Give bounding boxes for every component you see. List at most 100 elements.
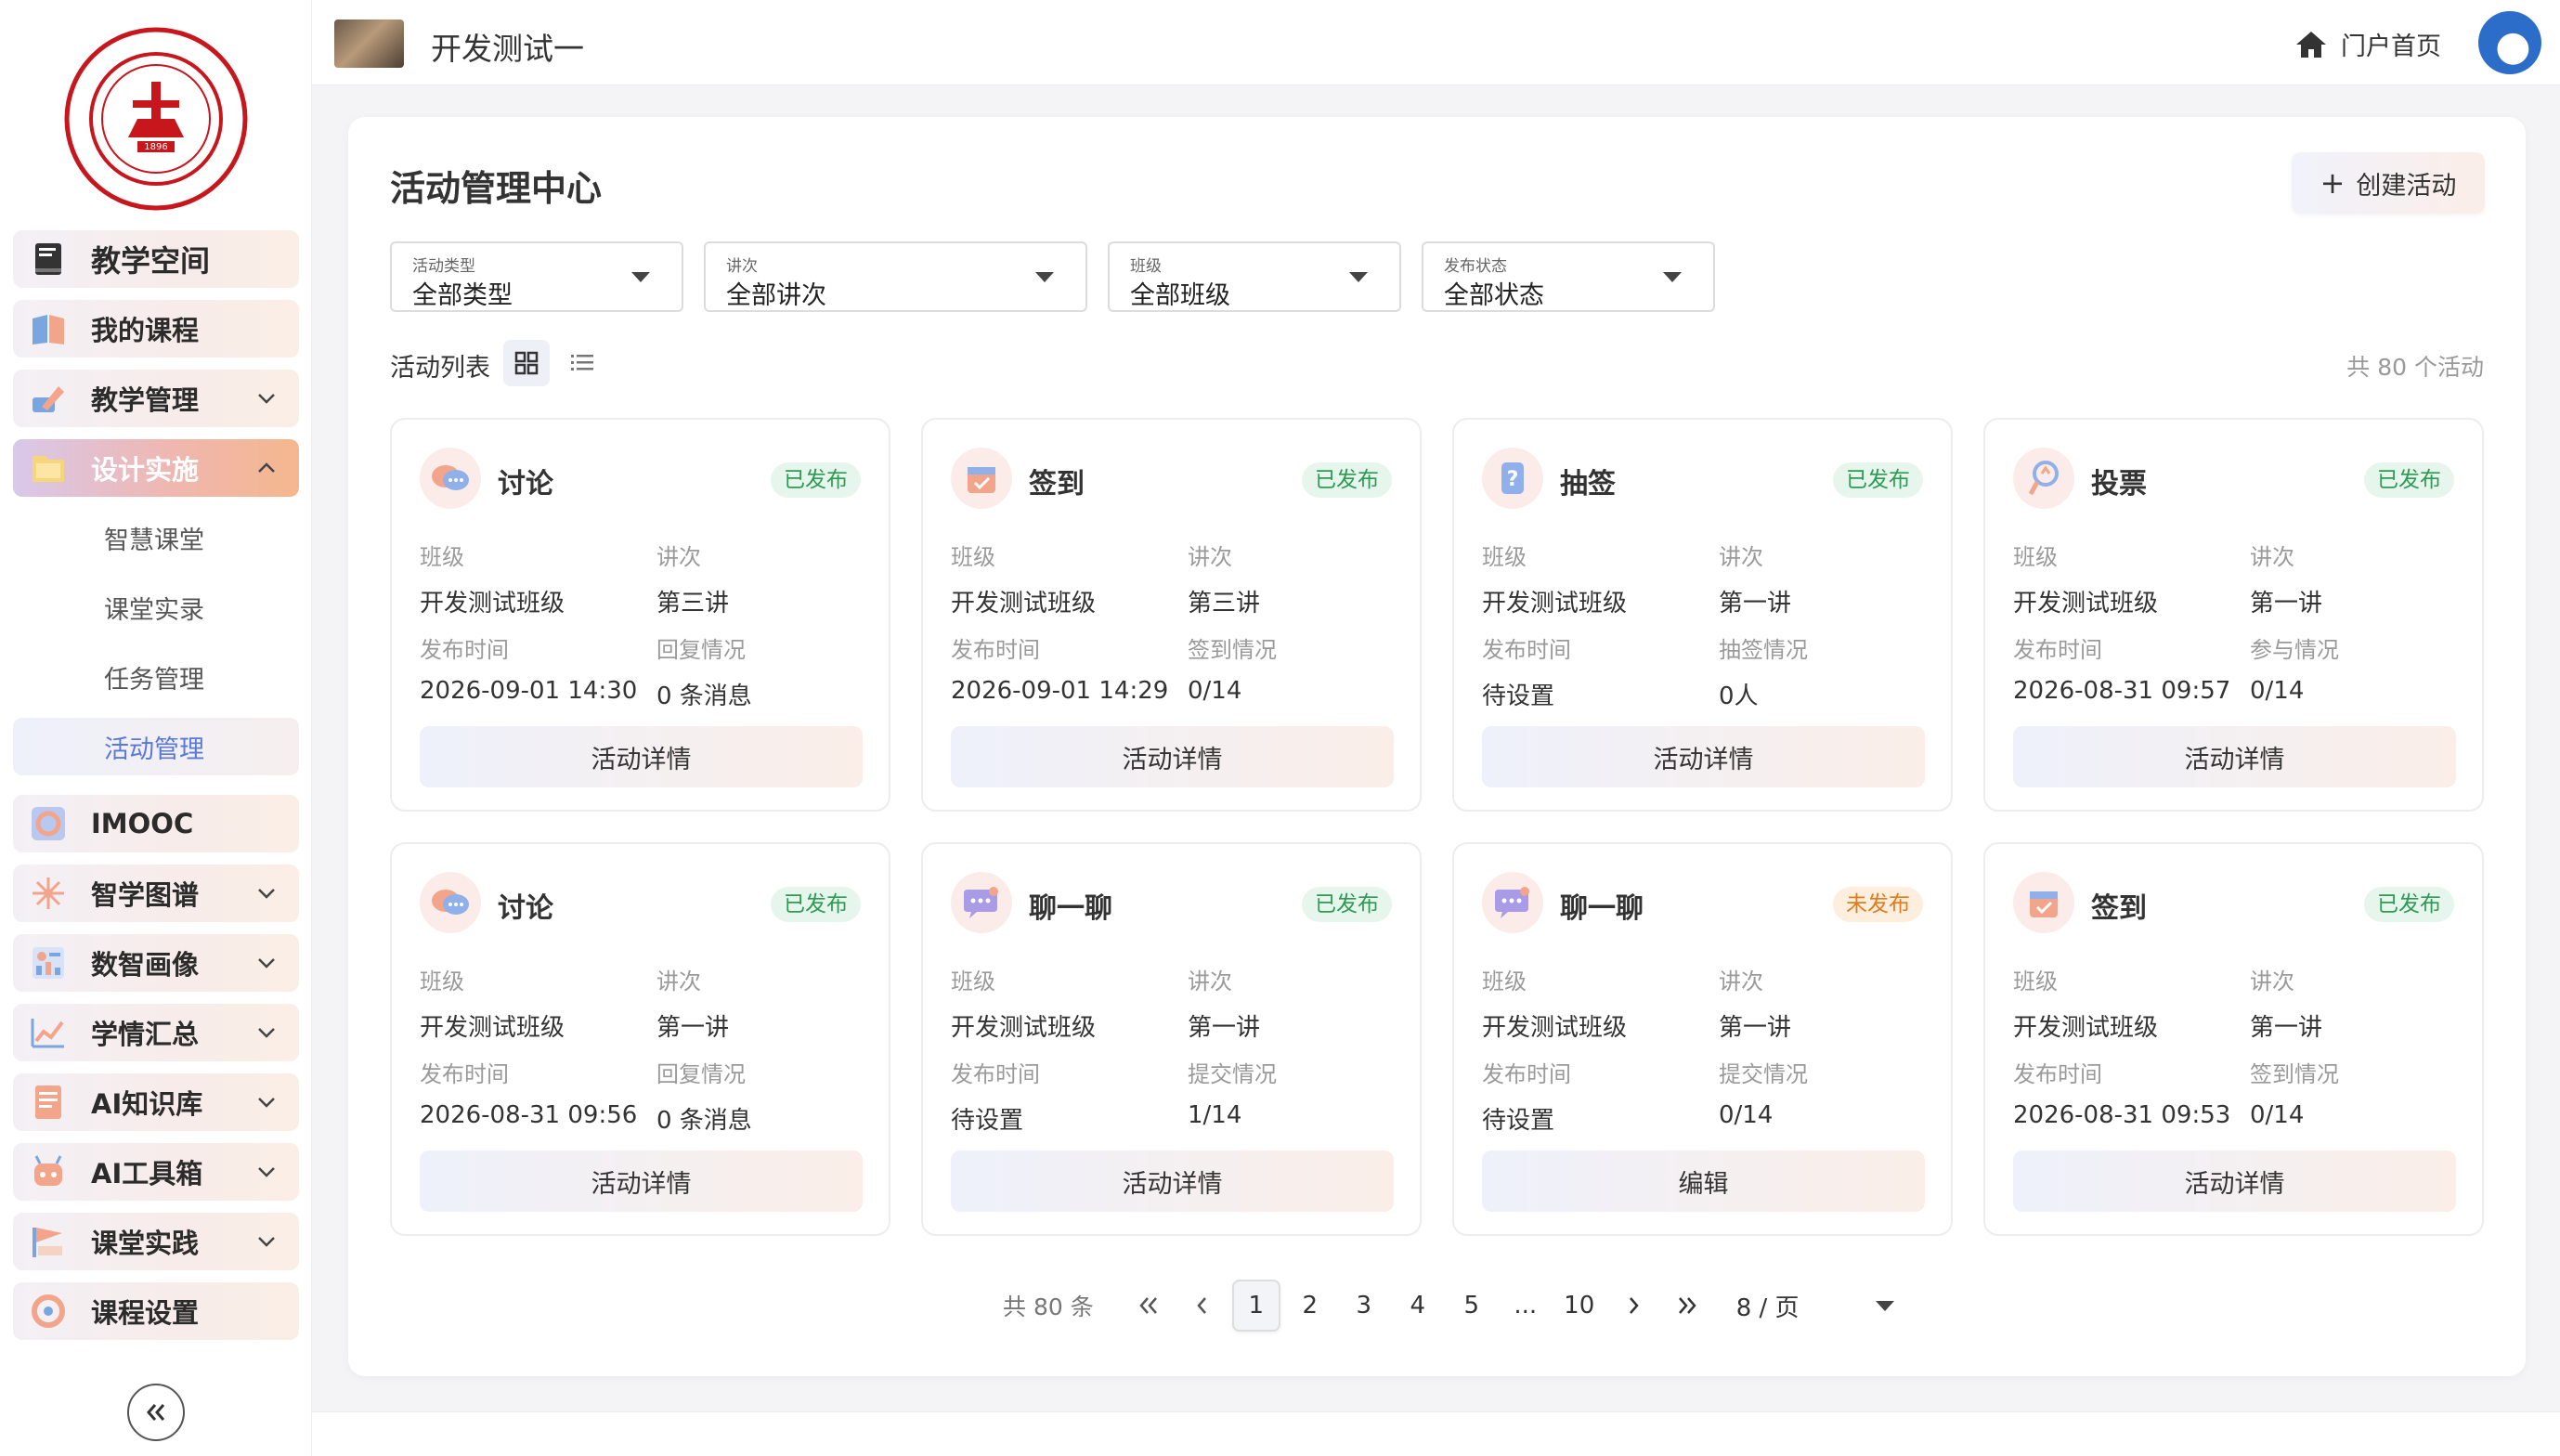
- class-field: 班级 开发测试班级: [1482, 539, 1627, 618]
- nav-design-implementation[interactable]: 设计实施: [13, 439, 299, 497]
- field-value: 2026-09-01 14:29: [951, 677, 1169, 705]
- portal-home-link[interactable]: 门户首页: [2294, 26, 2441, 62]
- portal-home-label: 门户首页: [2341, 32, 2441, 61]
- field-value: 0/14: [1188, 677, 1242, 705]
- activity-total-count: 共 80 个活动: [2346, 354, 2484, 381]
- field-value: 2026-08-31 09:56: [420, 1101, 638, 1129]
- filter-label: 活动类型: [412, 257, 475, 276]
- svg-text:?: ?: [1507, 468, 1519, 491]
- nav-digital-portrait[interactable]: 数智画像: [13, 934, 299, 992]
- activity-detail-button[interactable]: 活动详情: [951, 726, 1394, 787]
- page-title: 活动管理中心: [390, 168, 603, 209]
- chevron-down-icon: [258, 958, 275, 968]
- nav-ai-toolbox[interactable]: AI工具箱: [13, 1143, 299, 1201]
- field-label: 讲次: [2250, 544, 2294, 570]
- page-number[interactable]: 5: [1448, 1280, 1496, 1332]
- svg-text:1896: 1896: [144, 142, 167, 152]
- field-label: 回复情况: [656, 637, 746, 663]
- nav-learning-summary[interactable]: 学情汇总: [13, 1004, 299, 1061]
- lecture-field: 讲次 第一讲: [1188, 963, 1260, 1043]
- page-size-select[interactable]: 8 / 页: [1736, 1289, 1894, 1323]
- filter-class[interactable]: 班级 全部班级: [1108, 241, 1401, 312]
- field-label: 讲次: [1188, 544, 1232, 570]
- grid-view-button[interactable]: [503, 340, 550, 386]
- activity-card-grid: 讨论 已发布 班级 开发测试班级 讲次 第三讲 发布时间 2026-09-01 14:…: [390, 418, 2484, 1236]
- nav-my-courses[interactable]: 我的课程: [13, 300, 299, 358]
- field-label: 班级: [2013, 544, 2058, 570]
- list-view-button[interactable]: [559, 340, 605, 386]
- create-activity-label: 创建活动: [2356, 171, 2457, 201]
- page-number[interactable]: 2: [1286, 1280, 1334, 1332]
- chat-bubble-icon: [1482, 872, 1543, 933]
- edit-activity-button[interactable]: 编辑: [1482, 1150, 1925, 1212]
- last-page-button[interactable]: [1663, 1280, 1711, 1332]
- question-card-icon: ?: [1482, 448, 1543, 509]
- pagination: 共 80 条 1 2 3 4 5 ... 10 8 / 页: [1003, 1278, 1894, 1333]
- nav-imooc[interactable]: IMOOC: [13, 795, 299, 852]
- nav-label: 我的课程: [91, 315, 200, 346]
- discussion-icon: [420, 872, 481, 933]
- home-icon: [2296, 31, 2326, 58]
- create-activity-button[interactable]: + 创建活动: [2292, 152, 2485, 214]
- publish-time-field: 发布时间 2026-08-31 09:57: [2013, 631, 2230, 705]
- card-title: 签到: [1029, 468, 1085, 500]
- field-value: 0人: [1719, 682, 1759, 710]
- lecture-field: 讲次 第一讲: [2250, 539, 2322, 618]
- field-value: 0 条消息: [656, 1107, 752, 1135]
- field-value: 开发测试班级: [2013, 590, 2159, 618]
- field-value: 第一讲: [1719, 1014, 1792, 1042]
- field-label: 提交情况: [1719, 1061, 1808, 1087]
- sub-smart-classroom[interactable]: 智慧课堂: [13, 509, 299, 566]
- nav-teaching-management[interactable]: 教学管理: [13, 370, 299, 427]
- status-badge: 已发布: [771, 887, 861, 922]
- filter-label: 班级: [1130, 257, 1162, 276]
- chevron-down-icon: [258, 394, 275, 404]
- activity-detail-button[interactable]: 活动详情: [1482, 726, 1925, 787]
- page-number[interactable]: 3: [1340, 1280, 1388, 1332]
- page-number-current[interactable]: 1: [1231, 1280, 1280, 1332]
- class-field: 班级 开发测试班级: [1482, 963, 1627, 1043]
- page-number[interactable]: 10: [1555, 1280, 1604, 1332]
- activity-detail-button[interactable]: 活动详情: [2013, 726, 2456, 787]
- sub-activity-management[interactable]: 活动管理: [13, 718, 299, 775]
- lecture-field: 讲次 第三讲: [656, 539, 729, 618]
- status-badge: 已发布: [2364, 462, 2454, 498]
- sub-task-management[interactable]: 任务管理: [13, 648, 299, 706]
- list-title: 活动列表: [390, 354, 490, 383]
- field-value: 0/14: [1719, 1101, 1774, 1129]
- filter-activity-type[interactable]: 活动类型 全部类型: [390, 241, 683, 312]
- stat-field: 提交情况 1/14: [1188, 1056, 1277, 1129]
- graph-icon: [28, 873, 69, 914]
- status-badge: 已发布: [2364, 887, 2454, 922]
- first-page-button[interactable]: [1124, 1280, 1173, 1332]
- field-label: 发布时间: [420, 637, 509, 663]
- nav-class-practice[interactable]: 课堂实践: [13, 1213, 299, 1270]
- sub-class-recording[interactable]: 课堂实录: [13, 578, 299, 636]
- prev-page-button[interactable]: [1178, 1280, 1227, 1332]
- field-label: 签到情况: [2250, 1061, 2339, 1087]
- sidebar-collapse-button[interactable]: [127, 1384, 185, 1441]
- filter-publish-status[interactable]: 发布状态 全部状态: [1422, 241, 1715, 312]
- nav-ai-knowledge-base[interactable]: AI知识库: [13, 1073, 299, 1131]
- user-avatar[interactable]: [2478, 11, 2541, 74]
- activity-detail-button[interactable]: 活动详情: [420, 726, 863, 787]
- nav-teaching-space[interactable]: 教学空间: [13, 230, 299, 288]
- page-number[interactable]: 4: [1394, 1280, 1442, 1332]
- list-icon: [571, 355, 593, 370]
- status-badge: 已发布: [1833, 462, 1923, 498]
- next-page-button[interactable]: [1609, 1280, 1657, 1332]
- page-ellipsis[interactable]: ...: [1501, 1280, 1550, 1332]
- activity-detail-button[interactable]: 活动详情: [951, 1150, 1394, 1212]
- field-value: 开发测试班级: [420, 1014, 565, 1042]
- status-badge: 已发布: [1302, 887, 1392, 922]
- nav-course-settings[interactable]: 课程设置: [13, 1282, 299, 1340]
- activity-detail-button[interactable]: 活动详情: [2013, 1150, 2456, 1212]
- activity-card: 讨论 已发布 班级 开发测试班级 讲次 第一讲 发布时间 2026-08-31 09:…: [390, 842, 890, 1236]
- nav-knowledge-graph[interactable]: 智学图谱: [13, 864, 299, 922]
- activity-detail-button[interactable]: 活动详情: [420, 1150, 863, 1212]
- field-label: 班级: [951, 968, 995, 994]
- field-value: 2026-08-31 09:57: [2013, 677, 2231, 705]
- card-title: 抽签: [1560, 468, 1616, 500]
- filter-lecture[interactable]: 讲次 全部讲次: [704, 241, 1087, 312]
